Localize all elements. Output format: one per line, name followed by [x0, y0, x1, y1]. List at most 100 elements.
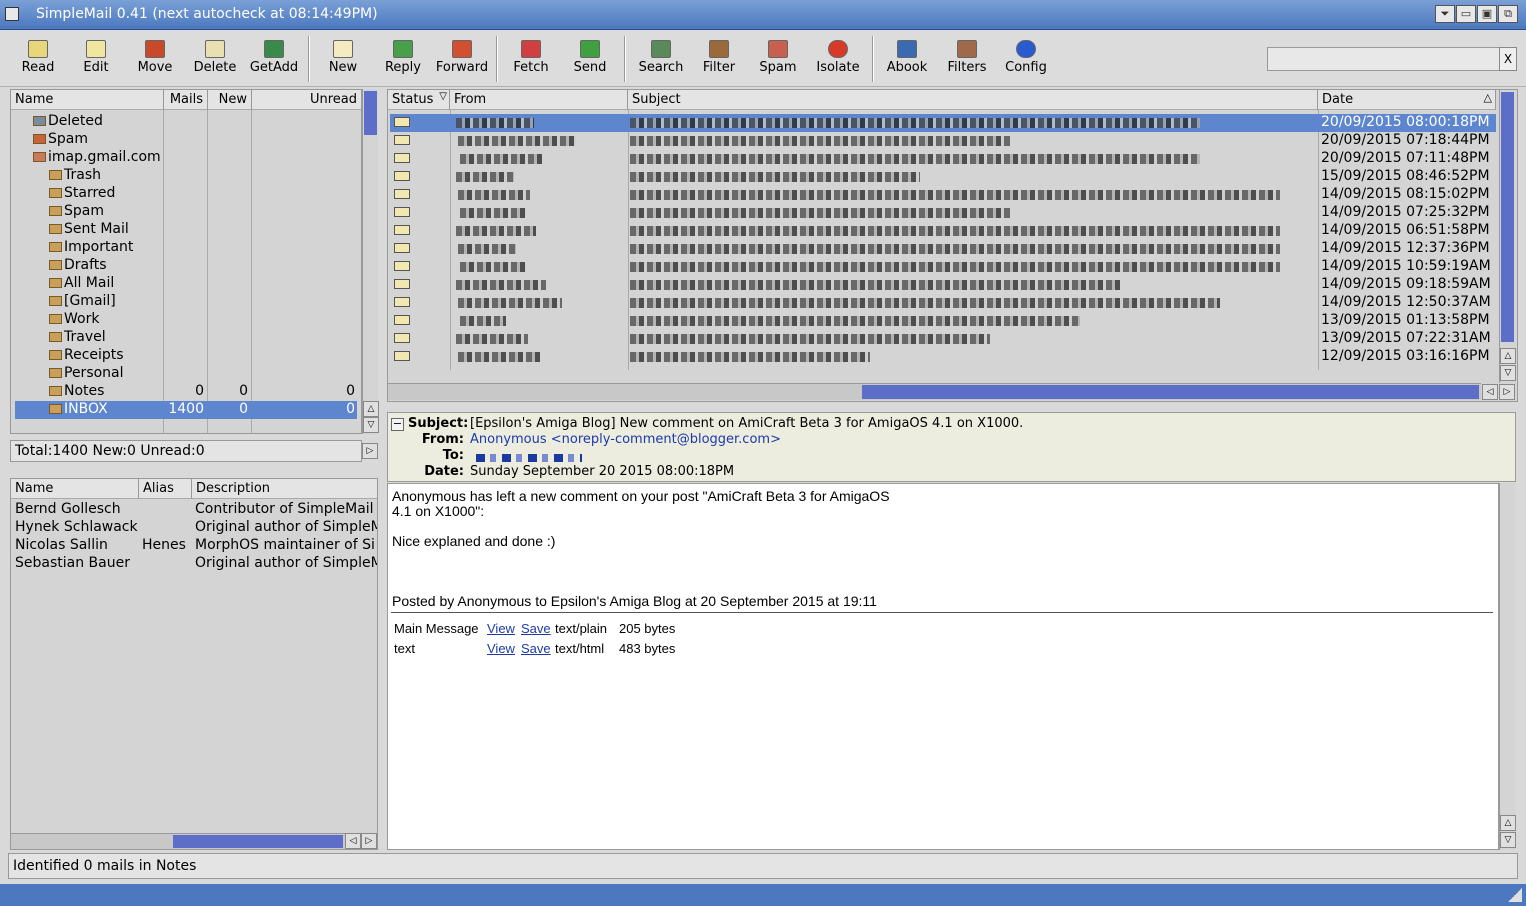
scroll-thumb[interactable]	[1501, 92, 1514, 342]
from-value[interactable]: Anonymous <noreply-comment@blogger.com>	[470, 432, 781, 447]
message-row[interactable]: 13/09/2015 01:13:58PM	[390, 312, 1496, 330]
folder-item-inbox[interactable]: INBOX 1400 0 0	[15, 401, 357, 419]
folder-item[interactable]: imap.gmail.com	[33, 149, 161, 167]
folder-list[interactable]: Name Mails New Unread Deleted Spam imap.…	[10, 89, 362, 434]
ab-col-description[interactable]: Description	[192, 479, 377, 499]
title-bar[interactable]: SimpleMail 0.41 (next autocheck at 08:14…	[0, 0, 1526, 30]
collapse-header-button[interactable]: −	[391, 418, 404, 431]
ab-row[interactable]: Sebastian Bauer Original author of Simple…	[15, 555, 377, 573]
filter-button[interactable]: Filter	[695, 36, 743, 84]
folder-item[interactable]: Sent Mail	[49, 221, 129, 239]
spam-button[interactable]: Spam	[754, 36, 802, 84]
config-button[interactable]: Config	[1001, 36, 1051, 84]
save-link[interactable]: Save	[521, 641, 551, 656]
folder-col-new[interactable]: New	[208, 90, 252, 110]
ab-col-alias[interactable]: Alias	[139, 479, 192, 499]
msg-hscrollbar[interactable]	[388, 383, 1481, 400]
msg-col-from[interactable]: From	[450, 90, 628, 110]
folder-item[interactable]: All Mail	[49, 275, 114, 293]
ab-row[interactable]: Bernd Gollesch Contributor of SimpleMail	[15, 501, 377, 519]
message-row[interactable]: 20/09/2015 08:00:18PM	[390, 114, 1496, 132]
edit-button[interactable]: Edit	[72, 36, 120, 84]
folder-item[interactable]: Notes 0 0 0	[11, 383, 361, 401]
msg-vscrollbar[interactable]: △ ▽	[1499, 90, 1516, 383]
resize-icon[interactable]	[1508, 888, 1522, 902]
folder-scrollbar[interactable]: △ ▽	[362, 89, 379, 434]
message-row[interactable]: 14/09/2015 10:59:19AM	[390, 258, 1496, 276]
message-row[interactable]: 15/09/2015 08:46:52PM	[390, 168, 1496, 186]
fetch-button[interactable]: Fetch	[507, 36, 555, 84]
scroll-right-icon[interactable]: ▷	[1499, 384, 1515, 400]
message-row[interactable]: 13/09/2015 07:22:31AM	[390, 330, 1496, 348]
move-button[interactable]: Move	[131, 36, 179, 84]
forward-button[interactable]: Forward	[435, 36, 489, 84]
msg-col-status[interactable]: Status ▽	[388, 90, 450, 110]
message-row[interactable]: 14/09/2015 08:15:02PM	[390, 186, 1496, 204]
message-row[interactable]: 14/09/2015 07:25:32PM	[390, 204, 1496, 222]
folder-item[interactable]: [Gmail]	[49, 293, 116, 311]
reply-button[interactable]: Reply	[379, 36, 427, 84]
message-row[interactable]: 20/09/2015 07:18:44PM	[390, 132, 1496, 150]
view-link[interactable]: View	[487, 621, 515, 636]
folder-col-name[interactable]: Name	[11, 90, 164, 110]
read-button[interactable]: Read	[14, 36, 62, 84]
message-row[interactable]: 14/09/2015 06:51:58PM	[390, 222, 1496, 240]
msg-col-subject[interactable]: Subject	[628, 90, 1318, 110]
scroll-left-icon[interactable]: ◁	[345, 833, 361, 849]
getadd-button[interactable]: GetAdd	[247, 36, 301, 84]
scroll-thumb[interactable]	[364, 91, 377, 135]
folder-item[interactable]: Spam	[33, 131, 88, 149]
folder-item[interactable]: Travel	[49, 329, 106, 347]
scroll-down-icon[interactable]: ▽	[363, 417, 379, 433]
folder-item[interactable]: Spam	[49, 203, 104, 221]
ab-row[interactable]: Hynek Schlawack Original author of Simple…	[15, 519, 377, 537]
iconify-icon[interactable]: ⏷	[1435, 5, 1455, 23]
save-link[interactable]: Save	[521, 621, 551, 636]
isolate-button[interactable]: Isolate	[811, 36, 865, 84]
filters-button[interactable]: Filters	[942, 36, 992, 84]
delete-button[interactable]: Delete	[189, 36, 241, 84]
folder-item[interactable]: Trash	[49, 167, 101, 185]
scroll-thumb[interactable]	[173, 835, 343, 848]
folder-item[interactable]: Personal	[49, 365, 124, 383]
zoom-icon[interactable]: ▭	[1456, 5, 1476, 23]
folder-col-unread[interactable]: Unread	[252, 90, 361, 110]
folder-item[interactable]: Starred	[49, 185, 115, 203]
message-row[interactable]: 20/09/2015 07:11:48PM	[390, 150, 1496, 168]
message-body[interactable]: Anonymous has left a new comment on your…	[387, 483, 1499, 850]
folder-col-mails[interactable]: Mails	[164, 90, 208, 110]
scroll-left-icon[interactable]: ◁	[1482, 384, 1498, 400]
fullscreen-icon[interactable]: ▣	[1477, 5, 1497, 23]
scroll-down-icon[interactable]: ▽	[1500, 365, 1516, 381]
message-list[interactable]: Status ▽ From Subject Date △ 20/09/2015 08…	[387, 89, 1518, 402]
ab-hscrollbar[interactable]	[11, 833, 345, 849]
body-vscrollbar[interactable]: △ ▽	[1499, 483, 1516, 850]
scroll-down-icon[interactable]: ▽	[1500, 832, 1516, 848]
ab-row[interactable]: Nicolas Sallin Henes MorphOS maintainer of…	[15, 537, 377, 555]
ab-col-name[interactable]: Name	[11, 479, 139, 499]
close-window-gadget[interactable]	[5, 7, 19, 21]
depth-icon[interactable]: ⧉	[1498, 5, 1518, 23]
view-link[interactable]: View	[487, 641, 515, 656]
folder-item[interactable]: Important	[49, 239, 133, 257]
scroll-up-icon[interactable]: △	[363, 401, 379, 417]
search-clear-button[interactable]: X	[1499, 47, 1517, 71]
addressbook-list[interactable]: Name Alias Description Bernd Gollesch Con…	[10, 478, 378, 850]
folder-item[interactable]: Drafts	[49, 257, 107, 275]
send-button[interactable]: Send	[566, 36, 614, 84]
folder-item[interactable]: Deleted	[33, 113, 103, 131]
abook-button[interactable]: Abook	[883, 36, 931, 84]
quick-search-input[interactable]	[1267, 47, 1500, 71]
scroll-right-icon[interactable]: ▷	[361, 833, 377, 849]
message-row[interactable]: 14/09/2015 09:18:59AM	[390, 276, 1496, 294]
message-row[interactable]: 14/09/2015 12:37:36PM	[390, 240, 1496, 258]
scroll-up-icon[interactable]: △	[1500, 815, 1516, 831]
scroll-thumb[interactable]	[862, 385, 1479, 399]
message-row[interactable]: 14/09/2015 12:50:37AM	[390, 294, 1496, 312]
msg-col-date[interactable]: Date △	[1318, 90, 1496, 110]
new-button[interactable]: New	[319, 36, 367, 84]
expand-arrow-icon[interactable]: ▷	[362, 443, 378, 459]
folder-item[interactable]: Receipts	[49, 347, 124, 365]
scroll-up-icon[interactable]: △	[1500, 348, 1516, 364]
folder-item[interactable]: Work	[49, 311, 99, 329]
